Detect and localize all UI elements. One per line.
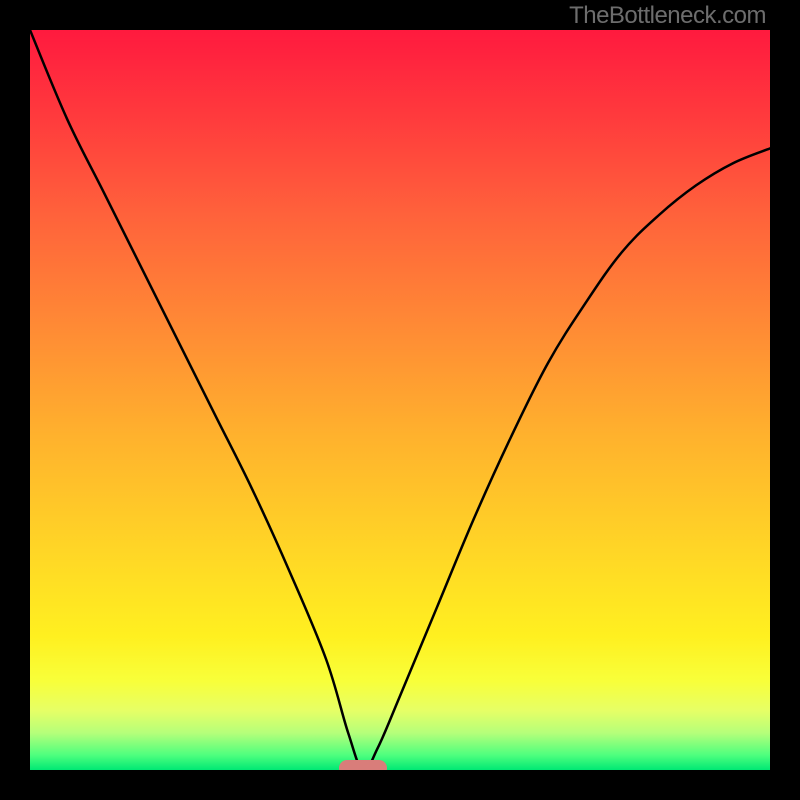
bottleneck-curve xyxy=(30,30,770,770)
chart-frame: TheBottleneck.com xyxy=(0,0,800,800)
watermark-text: TheBottleneck.com xyxy=(569,2,766,30)
optimum-marker xyxy=(339,760,387,770)
plot-area xyxy=(30,30,770,770)
